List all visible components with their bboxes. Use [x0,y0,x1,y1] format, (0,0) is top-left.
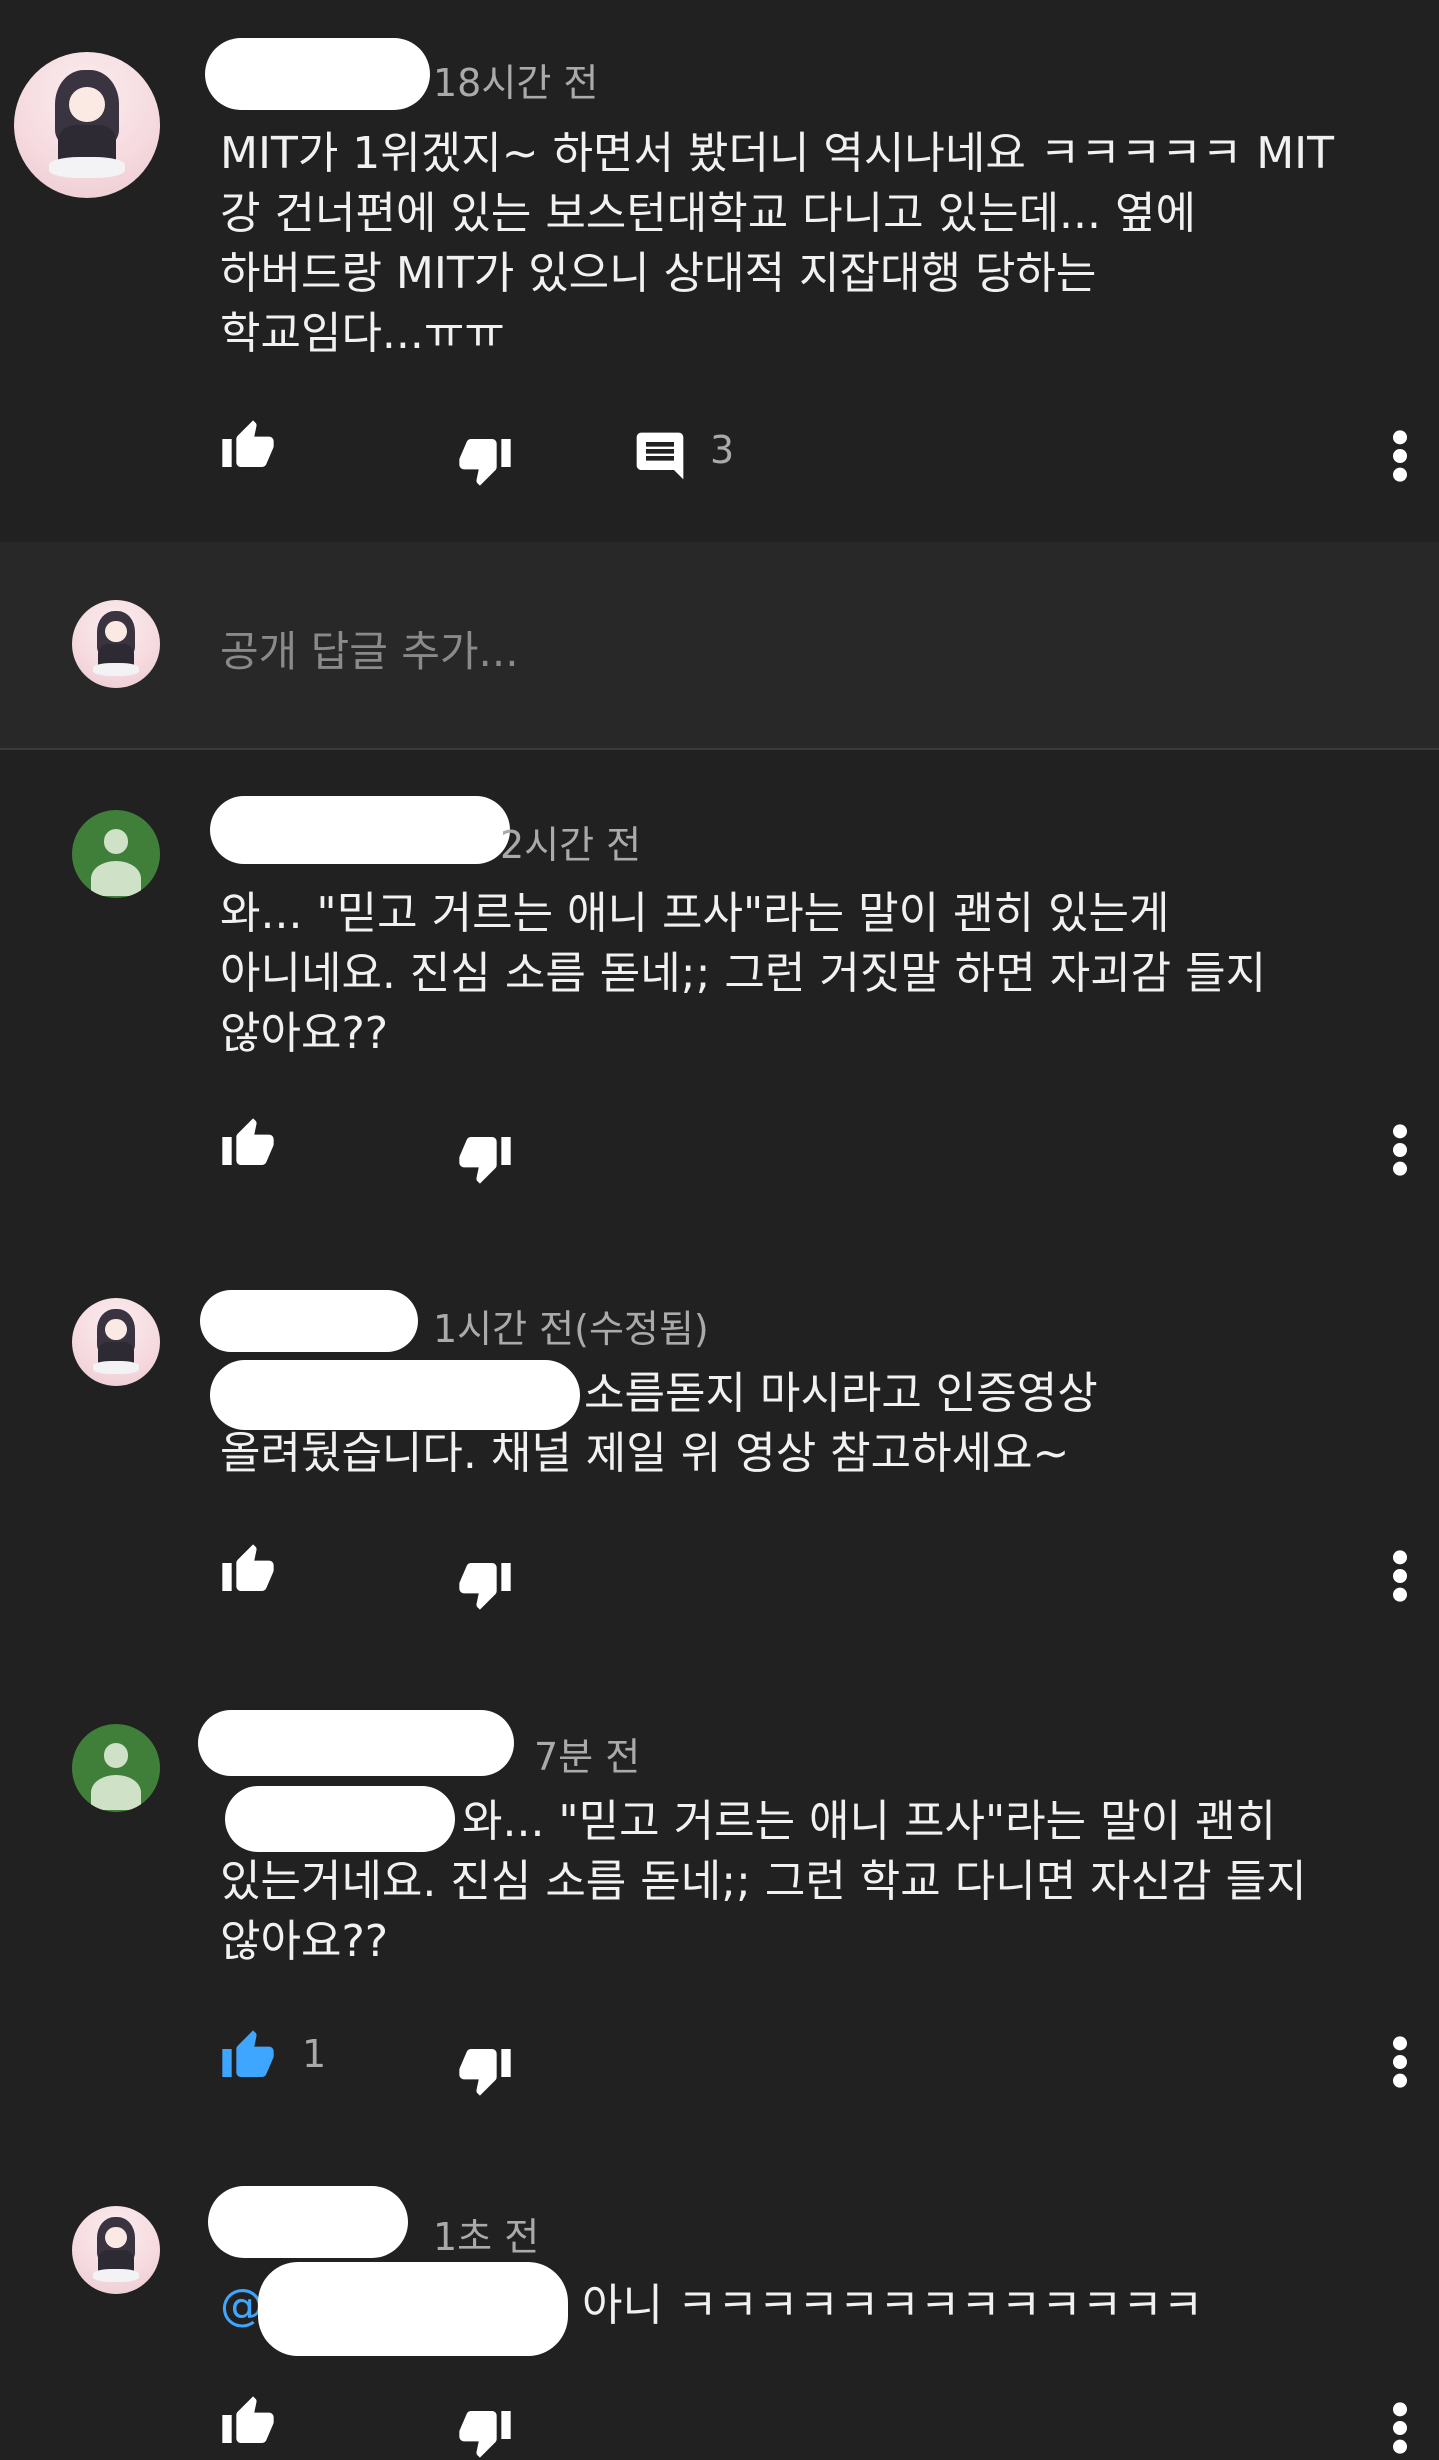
comment-text-line: MIT가 1위겠지~ 하면서 봤더니 역시나네요 ㅋㅋㅋㅋㅋ MIT [220,128,1335,179]
avatar[interactable] [72,2206,160,2294]
comment-time: 1초 전 [433,2215,540,2259]
comment-text-line: 와... "믿고 거르는 애니 프사"라는 말이 괜히 있는게 [220,888,1170,939]
reply-count: 3 [710,428,735,472]
redacted-username [205,38,430,110]
comment-text-line: 있는거네요. 진심 소름 돋네;; 그런 학교 다니면 자신감 들지 [220,1856,1307,1907]
redacted-username [200,1290,418,1352]
avatar[interactable] [72,1724,160,1812]
thumbs-up-icon[interactable] [218,2394,278,2450]
reply-input[interactable]: 공개 답글 추가... [220,618,519,679]
comment-time: 1시간 전(수정됨) [433,1307,709,1351]
thumbs-down-icon[interactable] [455,2042,515,2098]
thumbs-up-icon[interactable] [218,418,278,474]
comment-text-line: 아니 ㅋㅋㅋㅋㅋㅋㅋㅋㅋㅋㅋㅋㅋ [582,2280,1204,2331]
avatar[interactable] [14,52,160,198]
comment-text-line: 와... "믿고 거르는 애니 프사"라는 말이 괜히 [462,1796,1277,1847]
comment-text-line: 않아요?? [220,1916,389,1967]
thumbs-down-icon[interactable] [455,2404,515,2460]
redacted-username [198,1710,514,1776]
thumbs-up-icon[interactable] [218,1542,278,1598]
thumbs-down-icon[interactable] [455,1130,515,1186]
comment-icon[interactable] [632,428,688,484]
more-vertical-icon[interactable] [1385,428,1415,484]
comment-text-line: 학교임다...ㅠㅠ [220,308,505,359]
comment-text-line: 소름돋지 마시라고 인증영상 [584,1368,1098,1419]
more-vertical-icon[interactable] [1385,2034,1415,2090]
redacted-username [210,796,510,864]
redacted-username [208,2186,408,2258]
comment-time: 7분 전 [534,1735,641,1779]
comment-text-line: 아니네요. 진심 소름 돋네;; 그런 거짓말 하면 자괴감 들지 [220,948,1267,999]
avatar[interactable] [72,1298,160,1386]
comment-text-line: 하버드랑 MIT가 있으니 상대적 지잡대행 당하는 [220,248,1097,299]
redacted-mention [225,1786,455,1852]
comment-text-line: 올려뒀습니다. 채널 제일 위 영상 참고하세요~ [220,1428,1070,1479]
redacted-mention [258,2262,568,2356]
thumbs-down-icon[interactable] [455,1556,515,1612]
avatar[interactable] [72,810,160,898]
more-vertical-icon[interactable] [1385,1122,1415,1178]
thumbs-up-icon[interactable] [218,1116,278,1172]
more-vertical-icon[interactable] [1385,1548,1415,1604]
thumbs-up-icon[interactable] [218,2028,278,2084]
comment-time: 18시간 전 [433,61,599,105]
more-vertical-icon[interactable] [1385,2400,1415,2456]
avatar [72,600,160,688]
thumbs-down-icon[interactable] [455,432,515,488]
like-count: 1 [302,2032,327,2076]
reply-input-row [0,542,1439,750]
redacted-mention [210,1360,580,1430]
comment-text-line: 않아요?? [220,1008,389,1059]
comment-text-line: 강 건너편에 있는 보스턴대학교 다니고 있는데... 옆에 [220,188,1196,239]
comment-time: 2시간 전 [500,823,642,867]
